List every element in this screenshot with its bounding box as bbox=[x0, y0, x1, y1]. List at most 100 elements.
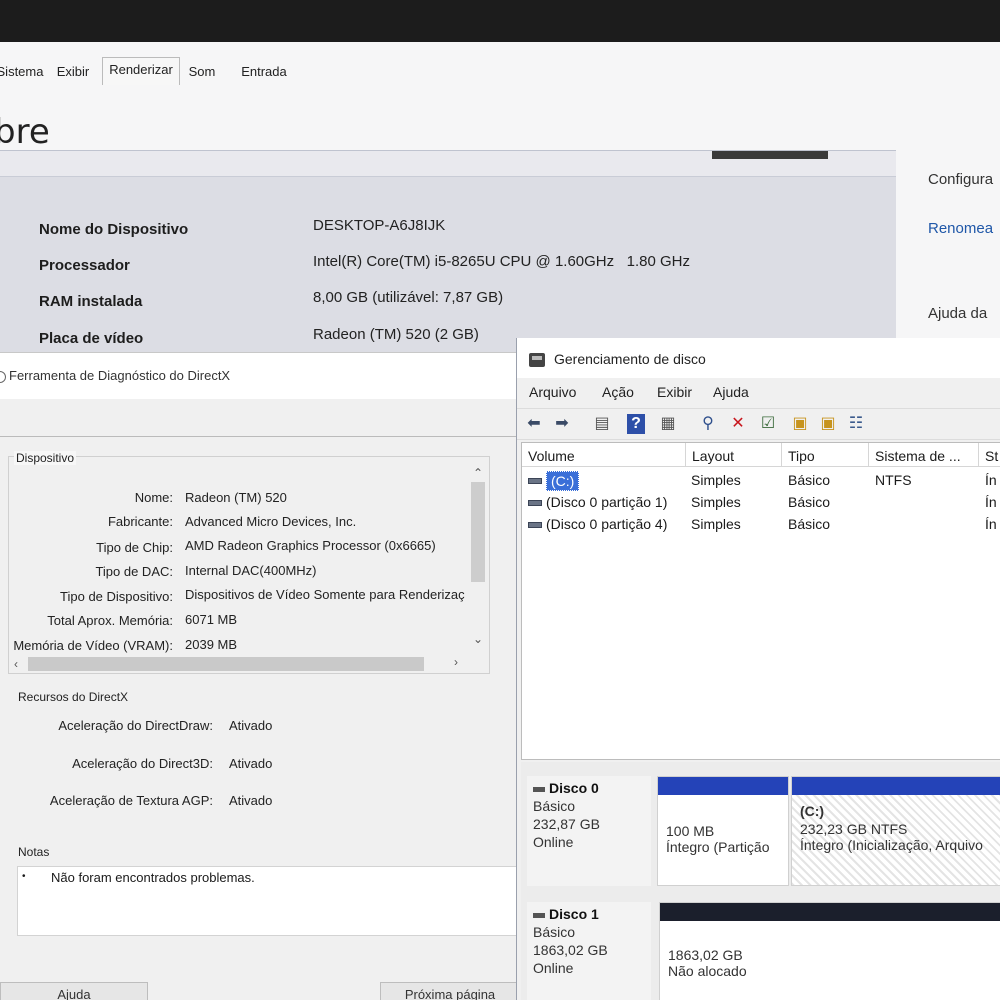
resource-value-directdraw: Ativado bbox=[229, 718, 273, 733]
partition-bar bbox=[792, 777, 1000, 795]
volume-name: (C:) bbox=[546, 471, 580, 491]
menu-exibir[interactable]: Exibir bbox=[657, 384, 692, 400]
column-header-status[interactable]: St bbox=[979, 443, 1000, 467]
dxdiag-title: Ferramenta de Diagnóstico do DirectX bbox=[9, 368, 231, 383]
column-header-tipo[interactable]: Tipo bbox=[782, 443, 869, 467]
folder-search-icon[interactable]: ▣ bbox=[817, 414, 839, 434]
volume-status: Ín bbox=[985, 472, 997, 488]
field-value-dac-type: Internal DAC(400MHz) bbox=[185, 563, 317, 578]
partition-size: 232,23 GB NTFS bbox=[800, 821, 908, 837]
back-icon[interactable]: ⬅ bbox=[523, 414, 545, 434]
properties-icon[interactable]: ▦ bbox=[657, 414, 679, 434]
tab-renderizar[interactable]: Renderizar bbox=[102, 57, 180, 85]
tab-som[interactable]: Som bbox=[184, 60, 220, 84]
field-value-name: Radeon (TM) 520 bbox=[185, 490, 287, 505]
spec-label-ram: RAM instalada bbox=[39, 293, 143, 310]
field-value-vram: 2039 MB bbox=[185, 637, 238, 652]
settings-link-configure[interactable]: Configura bbox=[928, 171, 993, 188]
disk-0-label[interactable]: Disco 0 Básico 232,87 GB Online bbox=[527, 776, 651, 886]
volume-status: Ín bbox=[985, 516, 997, 532]
disk-0-status: Online bbox=[533, 834, 574, 850]
field-label-dac-type: Tipo de DAC: bbox=[95, 564, 173, 579]
disk-management-title: Gerenciamento de disco bbox=[554, 351, 706, 367]
partition-size: 1863,02 GB bbox=[668, 947, 743, 963]
dxdiag-titlebar[interactable]: Ferramenta de Diagnóstico do DirectX bbox=[0, 353, 520, 399]
device-horizontal-scrollbar[interactable] bbox=[10, 655, 472, 673]
next-page-button[interactable]: Próxima página bbox=[380, 982, 520, 1000]
partition-disk1-unallocated[interactable]: 1863,02 GB Não alocado bbox=[659, 902, 1000, 1000]
connect-icon[interactable]: ⚲ bbox=[697, 414, 719, 434]
field-label-name: Nome: bbox=[134, 490, 173, 505]
scroll-up-icon[interactable]: ⌃ bbox=[473, 466, 483, 480]
scroll-down-icon[interactable]: ⌄ bbox=[473, 632, 483, 646]
partition-disk0-c[interactable]: (C:) 232,23 GB NTFS Íntegro (Inicializaç… bbox=[791, 776, 1000, 886]
volume-name: (Disco 0 partição 4) bbox=[546, 516, 668, 532]
resource-label-directdraw: Aceleração do DirectDraw: bbox=[58, 718, 213, 733]
column-header-layout[interactable]: Layout bbox=[686, 443, 782, 467]
resource-label-agp: Aceleração de Textura AGP: bbox=[49, 793, 213, 808]
check-icon[interactable]: ☑ bbox=[757, 414, 779, 434]
help-button[interactable]: Ajuda bbox=[0, 982, 148, 1000]
menu-ajuda[interactable]: Ajuda bbox=[713, 384, 749, 400]
volume-status: Ín bbox=[985, 494, 997, 510]
tab-entrada[interactable]: Entrada bbox=[232, 60, 296, 84]
scroll-left-icon[interactable]: ‹ bbox=[14, 657, 18, 671]
tab-exibir[interactable]: Exibir bbox=[52, 60, 94, 84]
volume-icon bbox=[528, 500, 542, 506]
delete-icon[interactable]: ✕ bbox=[727, 414, 749, 434]
partition-size: 100 MB bbox=[666, 823, 715, 839]
table-row[interactable]: (C:) Simples Básico NTFS Ín bbox=[522, 470, 1000, 492]
console-tree-icon[interactable]: ▤ bbox=[591, 414, 613, 434]
vertical-scroll-thumb[interactable] bbox=[471, 482, 485, 582]
tab-sistema[interactable]: Sistema bbox=[0, 60, 44, 84]
volume-type: Básico bbox=[788, 494, 831, 510]
field-label-manufacturer: Fabricante: bbox=[107, 514, 173, 529]
bullet-icon: • bbox=[22, 871, 26, 882]
settings-link-rename[interactable]: Renomea bbox=[928, 220, 993, 237]
volume-layout: Simples bbox=[691, 472, 741, 488]
menu-acao[interactable]: Ação bbox=[602, 384, 634, 400]
column-header-sistema[interactable]: Sistema de ... bbox=[869, 443, 979, 467]
menu-arquivo[interactable]: Arquivo bbox=[529, 384, 576, 400]
partition-disk0-p1[interactable]: 100 MB Íntegro (Partição bbox=[657, 776, 789, 886]
partition-title: (C:) bbox=[800, 803, 825, 819]
horizontal-scroll-thumb[interactable] bbox=[28, 657, 424, 671]
volume-icon bbox=[528, 478, 542, 484]
spec-value-processor: Intel(R) Core(TM) i5-8265U CPU @ 1.60GHz… bbox=[313, 253, 690, 270]
disk-1-name: Disco 1 bbox=[549, 906, 599, 922]
volume-type: Básico bbox=[788, 472, 831, 488]
settings-panel-icon[interactable]: ☷ bbox=[845, 414, 867, 434]
folder-up-icon[interactable]: ▣ bbox=[789, 414, 811, 434]
column-header-volume[interactable]: Volume bbox=[522, 443, 686, 467]
help-icon[interactable]: ? bbox=[627, 414, 645, 434]
disk-1-size: 1863,02 GB bbox=[533, 942, 608, 958]
field-value-device-type: Dispositivos de Vídeo Somente para Rende… bbox=[185, 587, 465, 602]
field-label-total-memory: Total Aprox. Memória: bbox=[47, 613, 173, 628]
volume-layout: Simples bbox=[691, 494, 741, 510]
table-row[interactable]: (Disco 0 partição 4) Simples Básico Ín bbox=[522, 514, 1000, 536]
partition-bar bbox=[660, 903, 1000, 921]
volume-list: Volume Layout Tipo Sistema de ... St (C:… bbox=[521, 442, 1000, 760]
partition-status: Íntegro (Partição bbox=[666, 839, 770, 855]
field-value-manufacturer: Advanced Micro Devices, Inc. bbox=[185, 514, 357, 529]
volume-fs: NTFS bbox=[875, 472, 912, 488]
device-vertical-scrollbar[interactable] bbox=[468, 462, 488, 652]
settings-link-help[interactable]: Ajuda da bbox=[928, 305, 987, 322]
disk-1-label[interactable]: Disco 1 Básico 1863,02 GB Online bbox=[527, 902, 651, 1000]
partition-status: Íntegro (Inicialização, Arquivo bbox=[800, 837, 983, 853]
scrollbar-thumb[interactable] bbox=[712, 151, 828, 159]
partition-bar bbox=[658, 777, 788, 795]
disk-management-titlebar[interactable]: Gerenciamento de disco bbox=[517, 338, 1000, 378]
resource-value-direct3d: Ativado bbox=[229, 756, 273, 771]
device-specs-panel: Nome do Dispositivo DESKTOP-A6J8IJK Proc… bbox=[0, 150, 896, 360]
notes-title: Notas bbox=[18, 845, 50, 859]
device-group-title: Dispositivo bbox=[14, 451, 77, 465]
toolbar: ⬅ ➡ ▤ ? ▦ ⚲ ✕ ☑ ▣ ▣ ☷ bbox=[517, 408, 1000, 440]
disk-graphical-view: Disco 0 Básico 232,87 GB Online 100 MB Í… bbox=[521, 762, 1000, 1000]
disk-1-status: Online bbox=[533, 960, 574, 976]
table-row[interactable]: (Disco 0 partição 1) Simples Básico Ín bbox=[522, 492, 1000, 514]
forward-icon[interactable]: ➡ bbox=[551, 414, 573, 434]
disk-0-name: Disco 0 bbox=[549, 780, 599, 796]
scroll-right-icon[interactable]: › bbox=[454, 655, 458, 669]
volume-name: (Disco 0 partição 1) bbox=[546, 494, 668, 510]
